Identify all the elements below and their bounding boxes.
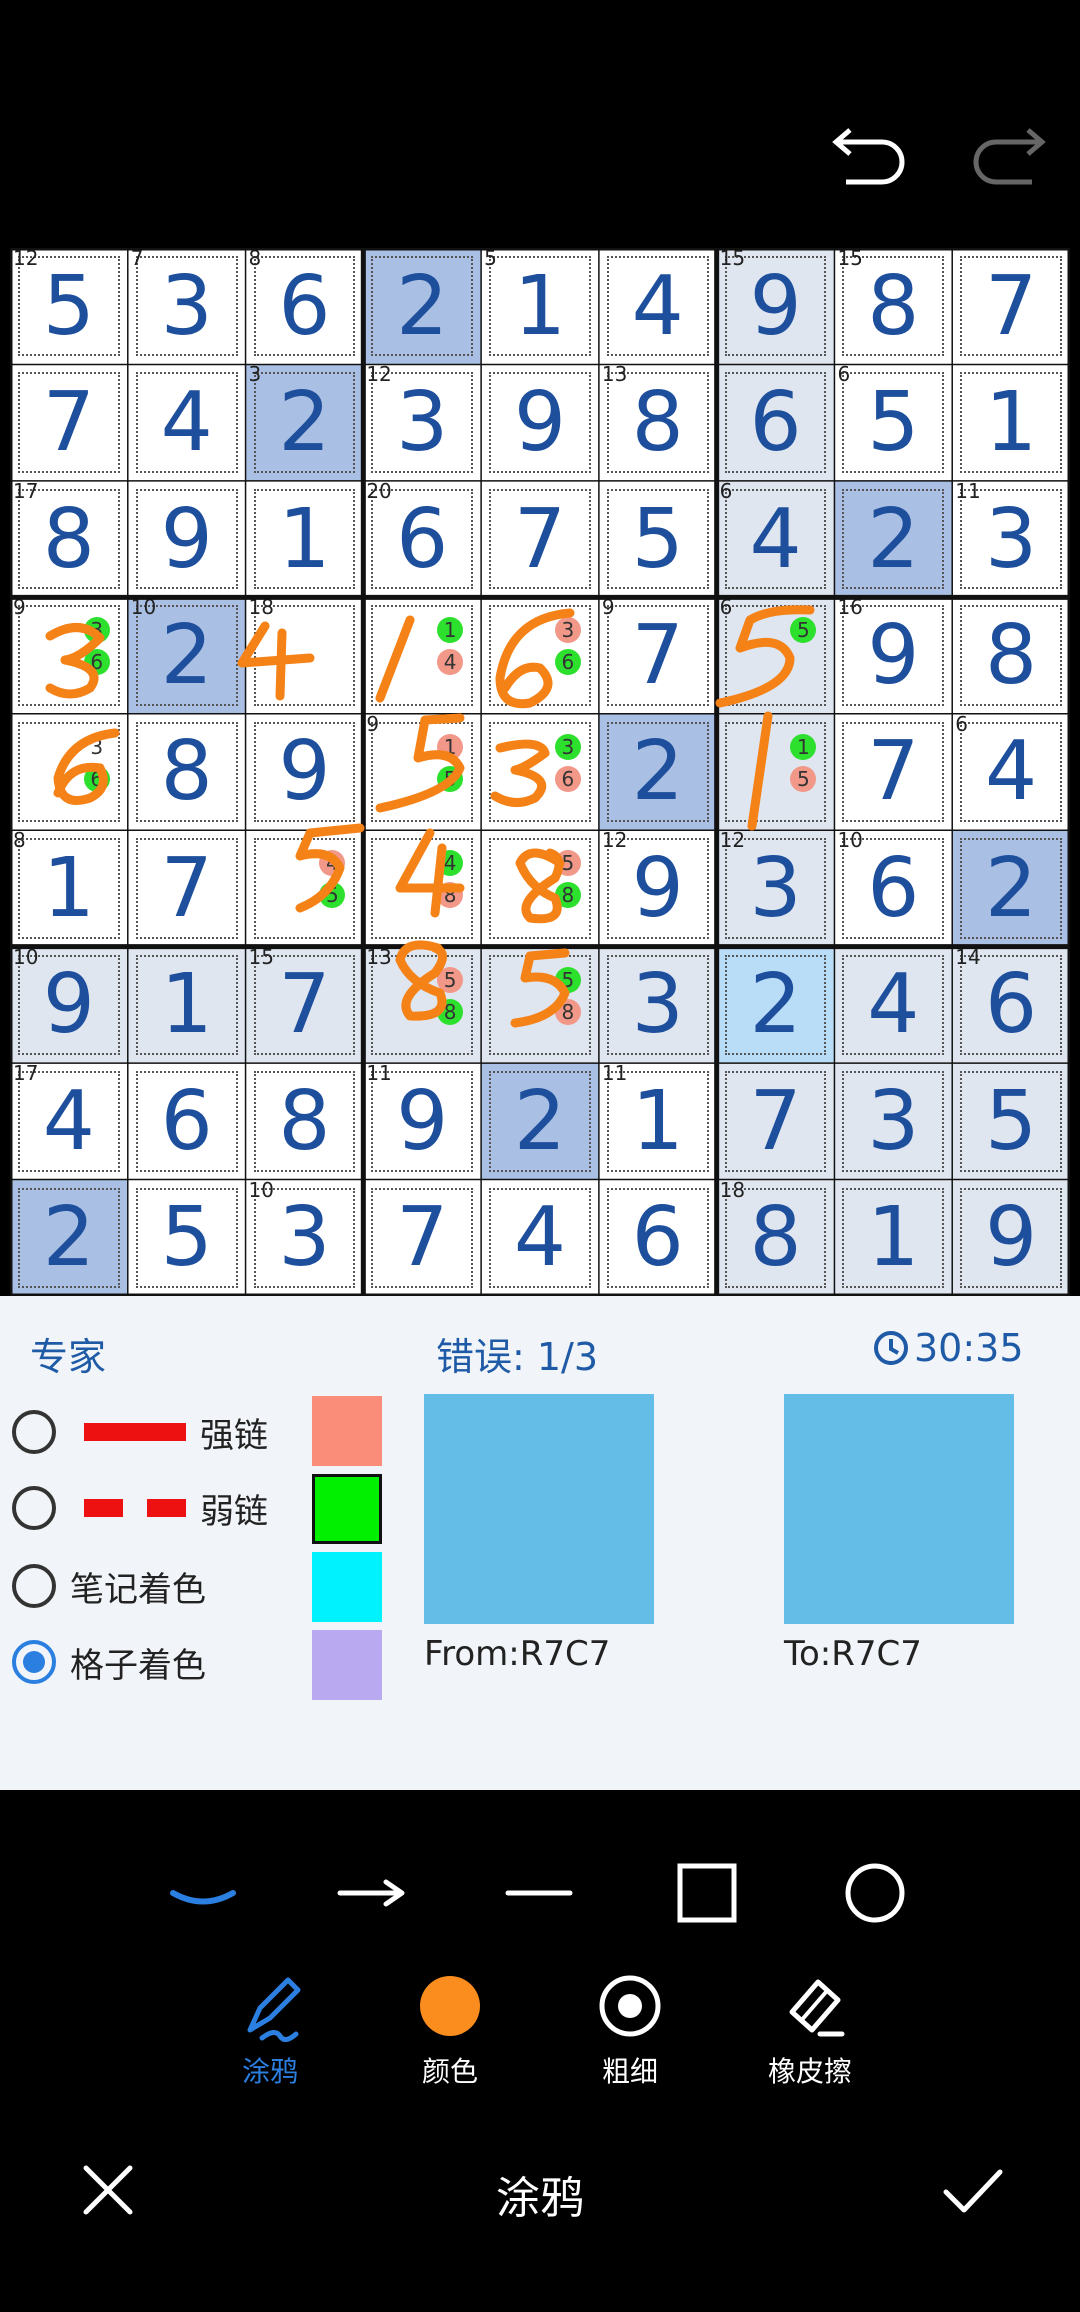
top-bar	[0, 0, 1080, 248]
option-strong-link[interactable]: 强链	[12, 1402, 268, 1462]
option-cell-color[interactable]: 格子着色	[12, 1632, 206, 1692]
close-icon[interactable]	[78, 2160, 138, 2220]
radio-note-color[interactable]	[12, 1564, 56, 1608]
tool-eraser[interactable]: 橡皮擦	[740, 1970, 880, 2090]
option-weak-link[interactable]: 弱链	[12, 1478, 268, 1538]
weak-link-line	[84, 1499, 186, 1517]
sudoku-board: 5 12 3 7 6 8 2 1 5 4 9 15 8 15 7 7 4 2 3 3 12 9 8 13 6 5 6 1 8 17 9 1 6 2…	[10, 246, 1070, 1296]
tool-color-label: 颜色	[421, 2055, 478, 2088]
tool-eraser-label: 橡皮擦	[767, 2055, 852, 2088]
square-icon[interactable]	[652, 1838, 762, 1948]
redo-icon[interactable]	[968, 120, 1058, 200]
color-dot-icon	[420, 1976, 480, 2036]
curve-icon[interactable]	[148, 1838, 258, 1948]
pen-icon	[247, 1977, 301, 2042]
circle-icon[interactable]	[820, 1838, 930, 1948]
control-panel: 专家 错误: 1/3 30:35 强链 弱链 笔记着色 格子着色 From:R7…	[0, 1296, 1080, 1790]
undo-icon[interactable]	[820, 120, 910, 200]
footer-title: 涂鸦	[496, 2173, 584, 2224]
swatch-green[interactable]	[312, 1474, 382, 1544]
swatch-cyan[interactable]	[312, 1552, 382, 1622]
to-preview[interactable]	[784, 1394, 1014, 1624]
radio-strong-link[interactable]	[12, 1410, 56, 1454]
difficulty-label: 专家	[30, 1335, 107, 1379]
timer: 30:35	[872, 1326, 1024, 1370]
to-cell-label: To:R7C7	[784, 1634, 922, 1674]
cell-color-label: 格子着色	[70, 1645, 206, 1686]
handwritten-scribbles	[45, 605, 815, 1028]
tool-scribble[interactable]: 涂鸦	[200, 1970, 340, 2090]
tool-thickness-label: 粗细	[601, 2055, 658, 2088]
thickness-icon	[599, 1975, 661, 2037]
drawing-toolbar: 涂鸦 颜色 粗细 橡皮擦 涂鸦	[0, 1790, 1080, 2312]
from-preview[interactable]	[424, 1394, 654, 1624]
clock-icon	[874, 1331, 908, 1365]
weak-link-label: 弱链	[200, 1491, 268, 1532]
radio-cell-color[interactable]	[12, 1640, 56, 1684]
swatch-salmon[interactable]	[312, 1396, 382, 1466]
strong-link-line	[84, 1423, 186, 1441]
error-count: 错误: 1/3	[436, 1335, 599, 1379]
eraser-icon	[789, 1979, 845, 2037]
strong-link-label: 强链	[200, 1415, 268, 1456]
tool-thickness[interactable]: 粗细	[560, 1970, 700, 2090]
note-color-label: 笔记着色	[70, 1569, 206, 1610]
arrow-icon[interactable]	[316, 1838, 426, 1948]
from-cell-label: From:R7C7	[424, 1634, 611, 1674]
check-icon[interactable]	[940, 2160, 1006, 2220]
tool-color[interactable]: 颜色	[380, 1970, 520, 2090]
line-icon[interactable]	[484, 1838, 594, 1948]
swatch-lavender[interactable]	[312, 1630, 382, 1700]
tool-scribble-label: 涂鸦	[241, 2055, 298, 2088]
radio-weak-link[interactable]	[12, 1486, 56, 1530]
timer-value: 30:35	[914, 1326, 1024, 1370]
option-note-color[interactable]: 笔记着色	[12, 1556, 206, 1616]
